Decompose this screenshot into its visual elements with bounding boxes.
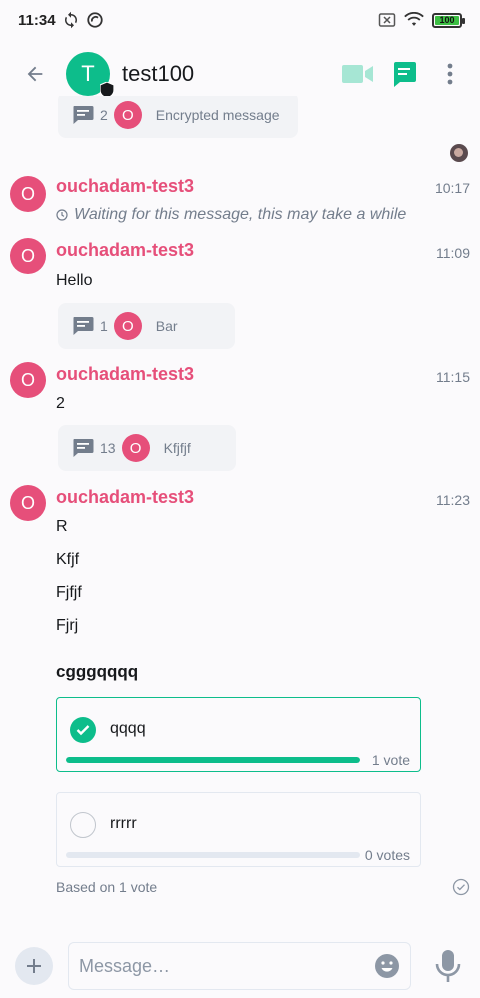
room-avatar[interactable]: T bbox=[66, 52, 114, 98]
microphone-icon bbox=[435, 950, 461, 982]
poll-option[interactable]: rrrrr 0 votes bbox=[56, 792, 421, 867]
poll-option-bar bbox=[66, 852, 360, 858]
poll-option-bar bbox=[66, 757, 360, 763]
sender-avatar[interactable]: O bbox=[10, 362, 46, 398]
check-icon bbox=[70, 717, 96, 743]
sender-name[interactable]: ouchadam-test3 bbox=[56, 176, 194, 197]
waiting-text: Waiting for this message, this may take … bbox=[74, 206, 407, 223]
thread-summary[interactable]: 2 O Encrypted message bbox=[58, 96, 298, 138]
status-bar: 11:34 100 bbox=[0, 0, 480, 40]
radio-icon bbox=[70, 812, 96, 838]
voice-message-button[interactable] bbox=[431, 946, 465, 986]
poll-option-label: qqqq bbox=[110, 720, 146, 737]
poll-option-votes: 0 votes bbox=[364, 847, 410, 863]
thread-avatar: O bbox=[113, 101, 142, 129]
timeline[interactable]: 2 O Encrypted message O ouchadam-test3 1… bbox=[0, 96, 480, 934]
sender-name[interactable]: ouchadam-test3 bbox=[56, 364, 194, 385]
thread-summary[interactable]: 13 O Kfjfjf bbox=[58, 425, 236, 471]
composer bbox=[0, 934, 480, 998]
thread-count: 1 bbox=[100, 318, 108, 334]
video-call-button[interactable] bbox=[342, 58, 374, 90]
message-item[interactable]: O ouchadam-test3 11:23 R Kfjf Fjfjf Fjrj bbox=[0, 485, 480, 645]
thread-preview: Encrypted message bbox=[155, 107, 280, 123]
sim-off-icon bbox=[378, 13, 396, 27]
poll-total-votes: Based on 1 vote bbox=[56, 879, 158, 895]
message-time: 11:15 bbox=[436, 369, 470, 385]
clock-icon bbox=[56, 209, 68, 221]
poll-question: cgggqqqq bbox=[56, 662, 139, 681]
message-line: Kfjf bbox=[56, 551, 80, 568]
emoji-icon[interactable] bbox=[374, 953, 400, 979]
message-line: R bbox=[56, 518, 68, 535]
sync-icon bbox=[64, 11, 77, 29]
thread-count: 2 bbox=[100, 107, 108, 123]
wifi-icon bbox=[404, 12, 424, 26]
message-line: Fjfjf bbox=[56, 584, 82, 601]
battery-icon: 100 bbox=[432, 12, 465, 28]
thread-preview: Kfjfjf bbox=[163, 440, 191, 456]
room-title[interactable]: test100 bbox=[122, 61, 194, 87]
poll-option-label: rrrrr bbox=[110, 815, 137, 832]
back-button[interactable] bbox=[20, 59, 50, 89]
message-input[interactable] bbox=[79, 955, 374, 977]
read-receipt-avatar[interactable] bbox=[450, 144, 468, 162]
message-body: Hello bbox=[56, 272, 93, 289]
more-vert-icon bbox=[447, 63, 453, 85]
thread-preview: Bar bbox=[155, 318, 178, 334]
thread-summary[interactable]: 1 O Bar bbox=[58, 303, 235, 349]
sender-name[interactable]: ouchadam-test3 bbox=[56, 240, 194, 261]
attachment-button[interactable] bbox=[15, 947, 53, 985]
sender-name[interactable]: ouchadam-test3 bbox=[56, 487, 194, 508]
message-time: 11:23 bbox=[436, 492, 470, 508]
message-item[interactable]: O ouchadam-test3 10:17 Waiting for this … bbox=[0, 174, 480, 234]
poll-option-votes: 1 vote bbox=[371, 752, 410, 768]
message-time: 10:17 bbox=[434, 180, 470, 196]
sender-avatar[interactable]: O bbox=[10, 238, 46, 274]
more-options-button[interactable] bbox=[434, 58, 466, 90]
thread-avatar: O bbox=[121, 434, 150, 462]
threads-button[interactable] bbox=[388, 58, 420, 90]
message-time: 11:09 bbox=[436, 245, 470, 261]
message-body: 2 bbox=[56, 395, 65, 412]
battery-level: 100 bbox=[439, 15, 455, 25]
thread-icon bbox=[73, 439, 94, 457]
room-avatar-letter: T bbox=[81, 61, 95, 86]
thread-count: 13 bbox=[100, 440, 116, 456]
thread-avatar: O bbox=[113, 312, 142, 340]
check-circle-icon bbox=[452, 878, 470, 896]
poll-option[interactable]: qqqq 1 vote bbox=[56, 697, 421, 772]
poll-option-bar-fill bbox=[66, 757, 360, 763]
arrow-back-icon bbox=[27, 66, 43, 82]
message-line: Fjrj bbox=[56, 617, 79, 634]
video-camera-icon bbox=[342, 65, 373, 83]
threads-icon bbox=[394, 62, 416, 87]
thread-icon bbox=[73, 317, 94, 335]
thread-icon bbox=[73, 106, 94, 124]
vpn-icon bbox=[86, 12, 103, 28]
message-composer bbox=[68, 942, 411, 990]
plus-icon bbox=[27, 959, 41, 973]
waiting-message: Waiting for this message, this may take … bbox=[56, 206, 406, 224]
message-item[interactable]: O ouchadam-test3 11:15 2 bbox=[0, 362, 480, 422]
sender-avatar[interactable]: O bbox=[10, 485, 46, 521]
sender-avatar[interactable]: O bbox=[10, 176, 46, 212]
status-time: 11:34 bbox=[18, 11, 56, 29]
